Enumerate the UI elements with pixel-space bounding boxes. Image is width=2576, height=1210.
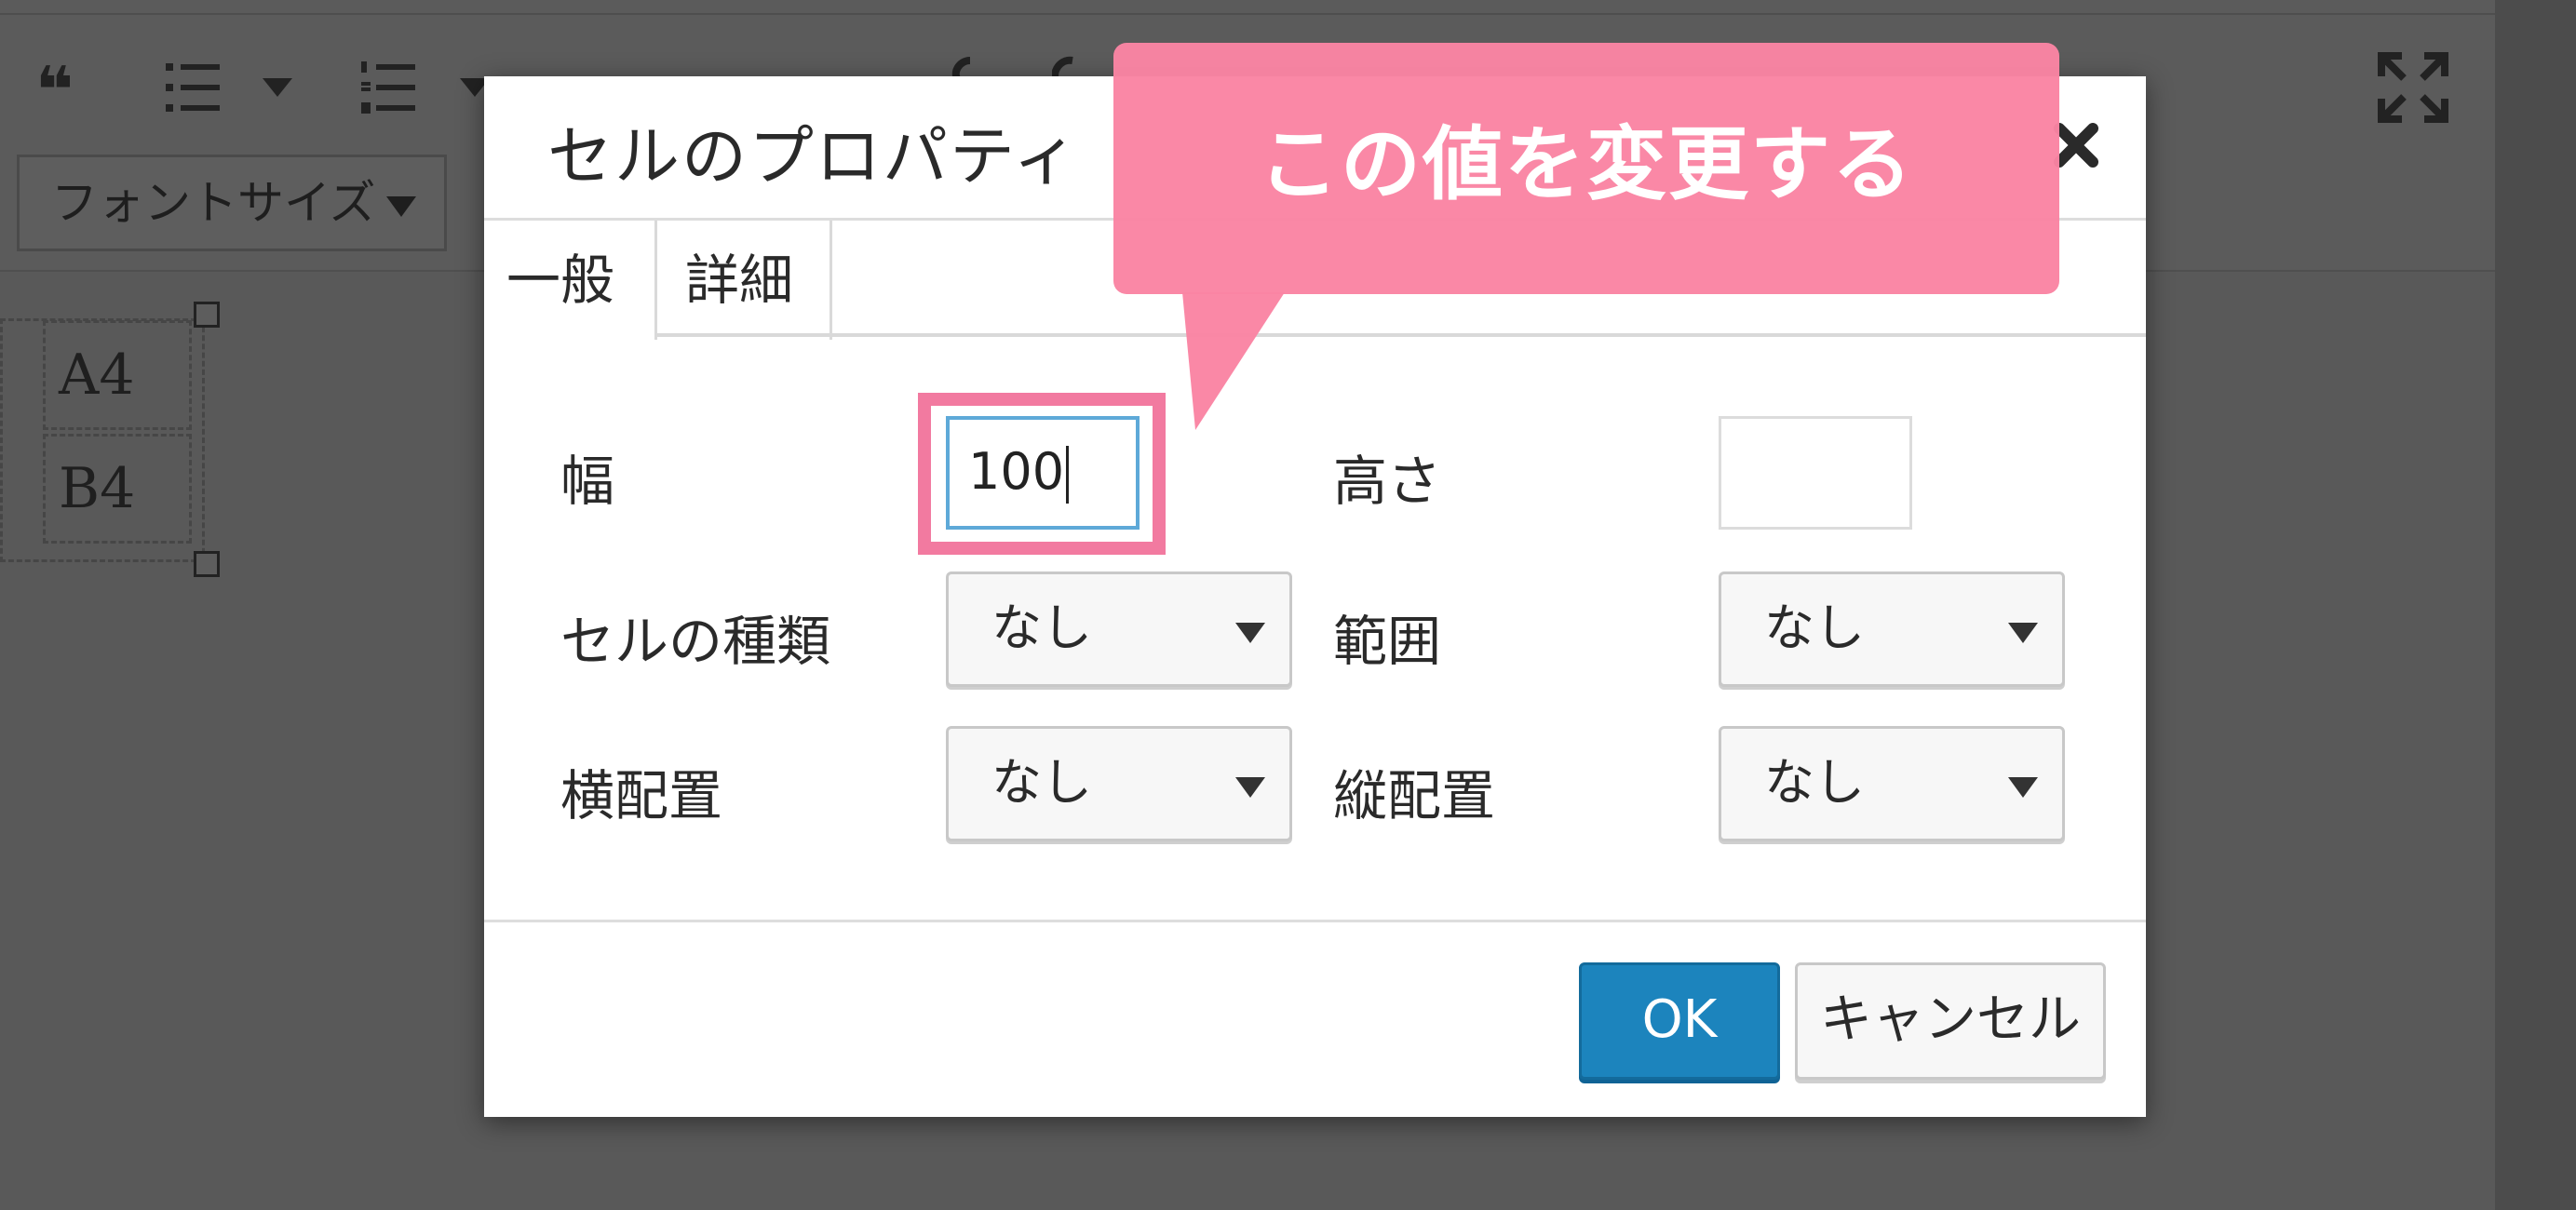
divider (0, 13, 2495, 15)
font-size-select[interactable]: フォントサイズ (17, 155, 447, 251)
v-align-label: 縦配置 (1333, 764, 1496, 827)
tab-advanced[interactable]: 詳細 (657, 221, 832, 340)
cell-type-value: なし (991, 598, 1092, 657)
blockquote-icon[interactable]: ❝ (35, 58, 74, 123)
annotation-callout: この値を変更する (1113, 43, 2059, 294)
resize-handle[interactable] (194, 551, 220, 577)
dialog-title: セルのプロパティ (547, 118, 1080, 195)
numbered-list-icon[interactable] (361, 60, 415, 124)
chevron-down-icon (386, 196, 416, 217)
bullet-list-dropdown-icon[interactable] (263, 78, 292, 97)
fullscreen-icon[interactable] (2378, 52, 2448, 123)
cell-type-select[interactable]: なし (946, 571, 1292, 687)
scope-select[interactable]: なし (1719, 571, 2065, 687)
annotation-highlight-box (918, 393, 1166, 555)
height-label: 高さ (1333, 450, 1442, 513)
tab-divider (657, 333, 2146, 337)
height-input[interactable] (1719, 416, 1912, 530)
cell-type-label: セルの種類 (560, 610, 831, 673)
chevron-down-icon (2008, 623, 2038, 643)
v-align-select[interactable]: なし (1719, 726, 2065, 841)
bullet-list-icon[interactable] (166, 60, 220, 124)
chevron-down-icon (2008, 777, 2038, 798)
table-cell[interactable]: A4 (43, 320, 192, 430)
annotation-callout-pointer (1182, 292, 1285, 430)
editor-scrollbar-area (2495, 0, 2576, 1210)
tab-general[interactable]: 一般 (484, 221, 657, 340)
h-align-value: なし (991, 753, 1092, 812)
ok-button[interactable]: OK (1579, 962, 1780, 1080)
chevron-down-icon (1235, 777, 1265, 798)
divider (484, 920, 2146, 922)
cancel-button[interactable]: キャンセル (1795, 962, 2106, 1080)
table-cell[interactable]: B4 (43, 434, 192, 544)
h-align-select[interactable]: なし (946, 726, 1292, 841)
width-label: 幅 (560, 450, 615, 513)
font-size-select-label: フォントサイズ (51, 176, 376, 230)
chevron-down-icon (1235, 623, 1265, 643)
resize-handle[interactable] (194, 302, 220, 328)
h-align-label: 横配置 (560, 764, 723, 827)
scope-value: なし (1764, 598, 1865, 657)
v-align-value: なし (1764, 753, 1865, 812)
scope-label: 範囲 (1333, 610, 1442, 673)
annotation-callout-text: この値を変更する (1259, 118, 1914, 211)
